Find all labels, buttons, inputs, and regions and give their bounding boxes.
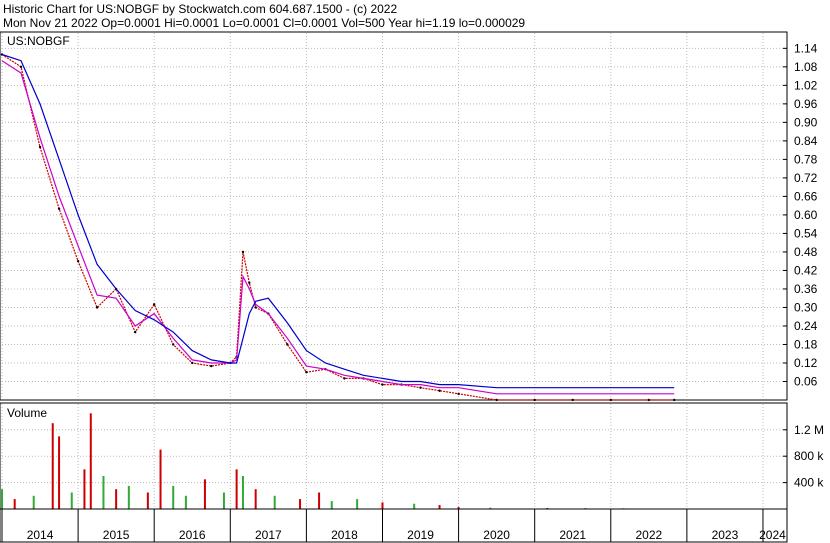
price-y-tick-label: 0.48	[794, 245, 818, 259]
price-point	[191, 361, 194, 365]
price-point	[647, 398, 651, 402]
volume-bar	[203, 479, 206, 509]
volume-bar	[438, 505, 441, 509]
x-axis-tick-label: 2016	[179, 528, 206, 542]
volume-bar	[159, 449, 162, 509]
price-y-tick-label: 0.90	[794, 115, 818, 129]
volume-bar	[241, 476, 244, 509]
price-point	[95, 306, 99, 309]
price-point	[19, 65, 23, 69]
volume-bar	[58, 436, 61, 509]
price-point	[254, 306, 257, 309]
price-y-tick-label: 0.66	[794, 189, 818, 203]
price-y-axis: 1.14 1.08 1.02 0.96 0.90 0.84 0.78 0.72 0.66 0.60…	[783, 41, 818, 388]
price-y-tick-label: 0.24	[794, 319, 818, 333]
x-axis-tick-label: 2019	[407, 528, 434, 542]
volume-bar	[32, 495, 35, 509]
volume-y-tick-label: 800 k	[794, 449, 824, 463]
volume-bar	[51, 423, 54, 509]
price-y-tick-label: 0.12	[794, 356, 818, 370]
price-y-tick-label: 1.02	[794, 78, 818, 92]
volume-y-axis: 1.2 M 800 k 400 k	[783, 423, 824, 490]
price-y-tick-label: 0.60	[794, 208, 818, 222]
price-point	[533, 398, 536, 402]
header-quote: Mon Nov 21 2022 Op=0.0001 Hi=0.0001 Lo=0…	[3, 16, 525, 30]
volume-bar	[254, 489, 257, 509]
price-point	[133, 330, 137, 334]
x-axis-tick-label: 2021	[559, 528, 586, 542]
volume-bar	[13, 499, 16, 509]
chart-canvas: Historic Chart for US:NOBGF by Stockwatc…	[0, 2, 824, 543]
x-axis-tick-label: 2014	[27, 528, 54, 542]
price-point	[57, 207, 61, 210]
price-point	[241, 250, 245, 254]
price-point	[438, 389, 441, 392]
volume-bar	[83, 469, 86, 509]
volume-bar	[102, 476, 105, 509]
price-point	[172, 343, 175, 346]
volume-y-tick-label: 400 k	[794, 476, 824, 490]
price-point	[305, 371, 308, 374]
volume-bar	[1, 489, 3, 509]
price-point	[343, 377, 346, 380]
volume-bar	[330, 501, 333, 509]
volume-bar	[172, 485, 175, 509]
price-point	[571, 398, 574, 402]
volume-bar	[115, 489, 118, 509]
volume-bar	[235, 469, 238, 509]
volume-bar	[184, 495, 187, 509]
x-axis-tick-label: 2023	[712, 528, 739, 542]
price-y-tick-label: 0.30	[794, 300, 818, 314]
price-point	[457, 392, 460, 396]
volume-bar	[381, 502, 384, 509]
price-point	[381, 383, 384, 386]
price-chart-title: US:NOBGF	[7, 34, 70, 48]
price-point	[419, 386, 422, 389]
volume-bar	[146, 492, 149, 509]
price-point	[248, 281, 251, 284]
volume-bar	[222, 492, 225, 509]
price-point	[495, 398, 498, 402]
price-y-tick-label: 0.36	[794, 282, 818, 296]
x-axis-tick-label: 2017	[255, 528, 282, 542]
price-y-tick-label: 1.14	[794, 41, 818, 55]
price-y-tick-label: 0.42	[794, 263, 818, 277]
volume-bar	[413, 503, 416, 509]
price-point	[609, 398, 612, 402]
volume-chart-title: Volume	[7, 406, 47, 420]
price-y-tick-label: 0.78	[794, 152, 818, 166]
volume-bar	[299, 499, 302, 509]
volume-bar	[89, 413, 92, 509]
price-point	[286, 343, 289, 346]
price-point	[38, 145, 42, 149]
price-y-tick-label: 0.54	[794, 226, 818, 240]
price-y-tick-label: 0.06	[794, 374, 818, 388]
x-axis-tick-label: 2022	[635, 528, 662, 542]
price-y-tick-label: 0.72	[794, 171, 818, 185]
x-axis-tick-label: 2024	[759, 528, 786, 542]
volume-bar	[273, 495, 276, 509]
price-y-tick-label: 0.84	[794, 134, 818, 148]
volume-bar	[127, 485, 130, 509]
price-y-tick-label: 0.18	[794, 337, 818, 351]
price-y-tick-label: 0.96	[794, 97, 818, 111]
price-point	[210, 364, 213, 368]
price-point	[76, 259, 80, 263]
stock-chart-page: Historic Chart for US:NOBGF by Stockwatc…	[0, 0, 830, 543]
x-axis-tick-label: 2018	[331, 528, 358, 542]
price-point	[672, 398, 676, 402]
x-axis-tick-label: 2015	[103, 528, 130, 542]
volume-bar	[70, 492, 73, 509]
price-y-tick-label: 1.08	[794, 60, 818, 74]
volume-bar	[318, 492, 321, 509]
price-point	[152, 303, 156, 306]
volume-y-tick-label: 1.2 M	[794, 423, 824, 437]
x-axis-tick-label: 2020	[483, 528, 510, 542]
volume-bar	[356, 499, 359, 509]
header-title: Historic Chart for US:NOBGF by Stockwatc…	[3, 2, 397, 16]
